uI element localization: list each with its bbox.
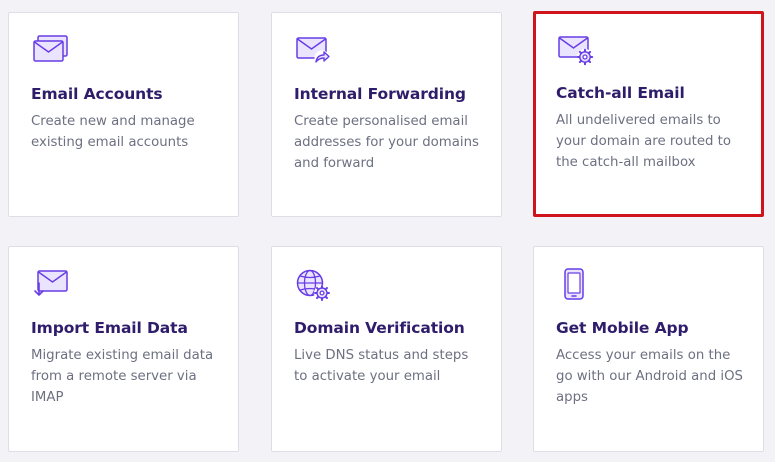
- email-settings-icon: [556, 32, 596, 68]
- card-title: Import Email Data: [31, 319, 188, 337]
- card-description: Migrate existing email data from a remot…: [31, 348, 214, 405]
- card-catch-all-email[interactable]: Catch-all Email All undelivered emails t…: [533, 11, 764, 217]
- card-description: Create personalised email addresses for …: [294, 114, 479, 171]
- card-internal-forwarding[interactable]: Internal Forwarding Create personalised …: [271, 12, 502, 217]
- card-description: All undelivered emails to your domain ar…: [556, 113, 732, 170]
- mobile-phone-icon: [556, 267, 596, 303]
- card-domain-verification[interactable]: Domain Verification Live DNS status and …: [271, 246, 502, 452]
- card-import-email-data[interactable]: Import Email Data Migrate existing email…: [8, 246, 239, 452]
- card-get-mobile-app[interactable]: Get Mobile App Access your emails on the…: [533, 246, 764, 452]
- card-title: Get Mobile App: [556, 319, 689, 337]
- card-description: Live DNS status and steps to activate yo…: [294, 348, 469, 384]
- email-forward-icon: [294, 33, 334, 69]
- email-accounts-icon: [31, 33, 71, 69]
- card-description: Create new and manage existing email acc…: [31, 114, 195, 150]
- card-title: Email Accounts: [31, 85, 163, 103]
- card-title: Catch-all Email: [556, 84, 685, 102]
- card-title: Domain Verification: [294, 319, 465, 337]
- card-description: Access your emails on the go with our An…: [556, 348, 743, 405]
- card-email-accounts[interactable]: Email Accounts Create new and manage exi…: [8, 12, 239, 217]
- card-title: Internal Forwarding: [294, 85, 466, 103]
- email-import-icon: [31, 267, 71, 303]
- globe-settings-icon: [294, 267, 334, 303]
